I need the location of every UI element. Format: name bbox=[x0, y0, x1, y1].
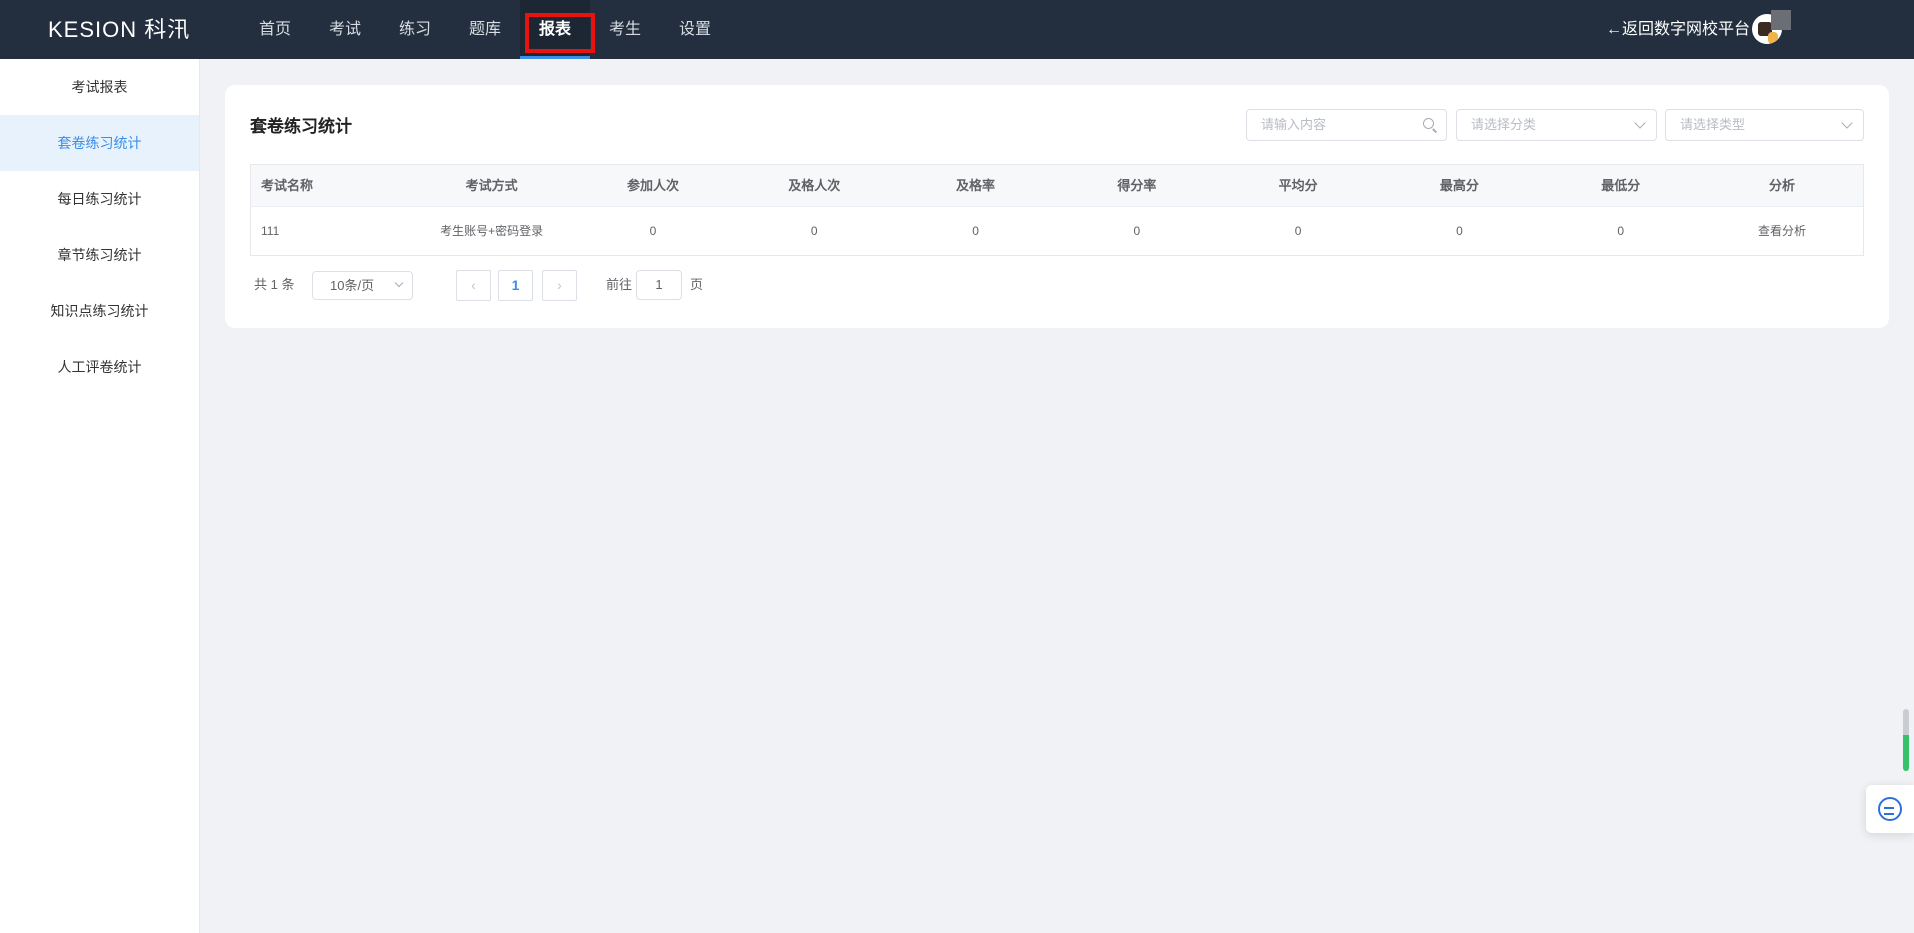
search-icon[interactable] bbox=[1423, 118, 1434, 129]
indicator-fill bbox=[1903, 735, 1909, 771]
table-cell: 0 bbox=[810, 224, 818, 238]
sidebar-item-manual-grading-stats[interactable]: 人工评卷统计 bbox=[0, 339, 199, 395]
column-header: 得分率 bbox=[1117, 178, 1157, 193]
column-header: 及格率 bbox=[956, 178, 996, 193]
nav-item-students[interactable]: 考生 bbox=[590, 0, 660, 59]
nav-item-label: 设置 bbox=[678, 21, 711, 38]
table-cell: 考生账号+密码登录 bbox=[440, 224, 544, 238]
goto-suffix: 页 bbox=[690, 277, 704, 292]
chevron-down-icon bbox=[394, 278, 404, 288]
column-header: 最低分 bbox=[1601, 178, 1641, 193]
pagination-total: 共 1 条 bbox=[254, 277, 295, 292]
nav-item-exam[interactable]: 考试 bbox=[310, 0, 380, 59]
prev-page-button[interactable]: ‹ bbox=[456, 270, 491, 301]
goto-label: 前往 bbox=[606, 277, 633, 292]
sidebar-item-exam-report[interactable]: 考试报表 bbox=[0, 59, 199, 115]
nav-item-label: 考试 bbox=[328, 21, 361, 38]
page-number-button[interactable]: 1 bbox=[498, 270, 533, 301]
page-size-select[interactable]: 10条/页 bbox=[312, 271, 413, 300]
side-scroll-indicator[interactable] bbox=[1903, 709, 1909, 771]
nav-item-label: 考生 bbox=[608, 21, 641, 38]
table-cell: 0 bbox=[1294, 224, 1302, 238]
table-cell: 0 bbox=[1133, 224, 1141, 238]
sidebar-item-knowledge-practice-stats[interactable]: 知识点练习统计 bbox=[0, 283, 199, 339]
table-cell: 111 bbox=[261, 224, 280, 238]
search-input[interactable]: 请输入内容 bbox=[1246, 109, 1447, 141]
sidebar-item-paper-practice-stats[interactable]: 套卷练习统计 bbox=[0, 115, 199, 171]
category-placeholder: 请选择分类 bbox=[1471, 117, 1537, 132]
goto-page-input[interactable]: 1 bbox=[636, 270, 682, 300]
nav-item-label: 题库 bbox=[468, 21, 501, 38]
nav-item-practice[interactable]: 练习 bbox=[380, 0, 450, 59]
table-cell: 0 bbox=[972, 224, 979, 238]
page-title: 套卷练习统计 bbox=[250, 117, 352, 136]
main-nav: 首页 考试 练习 题库 报表 考生 设置 bbox=[240, 0, 730, 59]
nav-item-settings[interactable]: 设置 bbox=[660, 0, 730, 59]
pagination: 共 1 条 10条/页 ‹ 1 › 前往 1 页 bbox=[250, 270, 850, 302]
table-cell: 0 bbox=[649, 224, 657, 238]
column-header: 及格人次 bbox=[788, 178, 841, 193]
chevron-down-icon bbox=[1634, 117, 1646, 129]
table-cell: 0 bbox=[1617, 224, 1625, 238]
table-cell: 0 bbox=[1456, 224, 1463, 238]
table-header: 考试名称 考试方式 参加人次 及格人次 及格率 得分率 平均分 最高分 最低分 … bbox=[251, 165, 1863, 207]
type-select[interactable]: 请选择类型 bbox=[1665, 109, 1864, 141]
back-to-platform-link[interactable]: ←返回数字网校平台 bbox=[1606, 19, 1750, 41]
sidebar-item-chapter-practice-stats[interactable]: 章节练习统计 bbox=[0, 227, 199, 283]
page-size-value: 10条/页 bbox=[330, 278, 375, 293]
sidebar: 考试报表 套卷练习统计 每日练习统计 章节练习统计 知识点练习统计 人工评卷统计 bbox=[0, 59, 200, 933]
view-analysis-link[interactable]: 查看分析 bbox=[1701, 207, 1862, 255]
assistant-icon bbox=[1878, 797, 1902, 821]
nav-item-label: 报表 bbox=[538, 21, 571, 38]
nav-item-home[interactable]: 首页 bbox=[240, 0, 310, 59]
float-assistant-button[interactable] bbox=[1866, 785, 1914, 833]
stats-table: 考试名称 考试方式 参加人次 及格人次 及格率 得分率 平均分 最高分 最低分 … bbox=[250, 164, 1864, 256]
nav-item-question-bank[interactable]: 题库 bbox=[450, 0, 520, 59]
nav-item-label: 练习 bbox=[398, 21, 431, 38]
column-header: 考试名称 bbox=[261, 178, 314, 193]
chevron-down-icon bbox=[1841, 117, 1853, 129]
type-placeholder: 请选择类型 bbox=[1680, 117, 1746, 132]
column-header: 最高分 bbox=[1439, 178, 1479, 193]
stats-card: 套卷练习统计 请输入内容 请选择分类 请选择类型 考试名称 考试方式 参加人次 … bbox=[225, 85, 1889, 328]
logo[interactable]: KESION 科汛 bbox=[48, 17, 190, 43]
table-row: 111 考生账号+密码登录 0 0 0 0 0 0 0 查看分析 bbox=[251, 207, 1863, 255]
next-page-button[interactable]: › bbox=[542, 270, 577, 301]
avatar-badge bbox=[1771, 10, 1791, 30]
column-header: 分析 bbox=[1769, 178, 1796, 193]
sidebar-item-daily-practice-stats[interactable]: 每日练习统计 bbox=[0, 171, 199, 227]
column-header: 参加人次 bbox=[626, 178, 679, 193]
column-header: 平均分 bbox=[1278, 178, 1318, 193]
avatar-face bbox=[1768, 32, 1778, 44]
nav-item-reports[interactable]: 报表 bbox=[520, 0, 595, 59]
search-placeholder: 请输入内容 bbox=[1261, 117, 1327, 132]
column-header: 考试方式 bbox=[465, 178, 518, 193]
nav-item-label: 首页 bbox=[258, 21, 291, 38]
top-navbar: KESION 科汛 首页 考试 练习 题库 报表 考生 设置 ←返回数字网校平台 bbox=[0, 0, 1914, 59]
category-select[interactable]: 请选择分类 bbox=[1456, 109, 1657, 141]
